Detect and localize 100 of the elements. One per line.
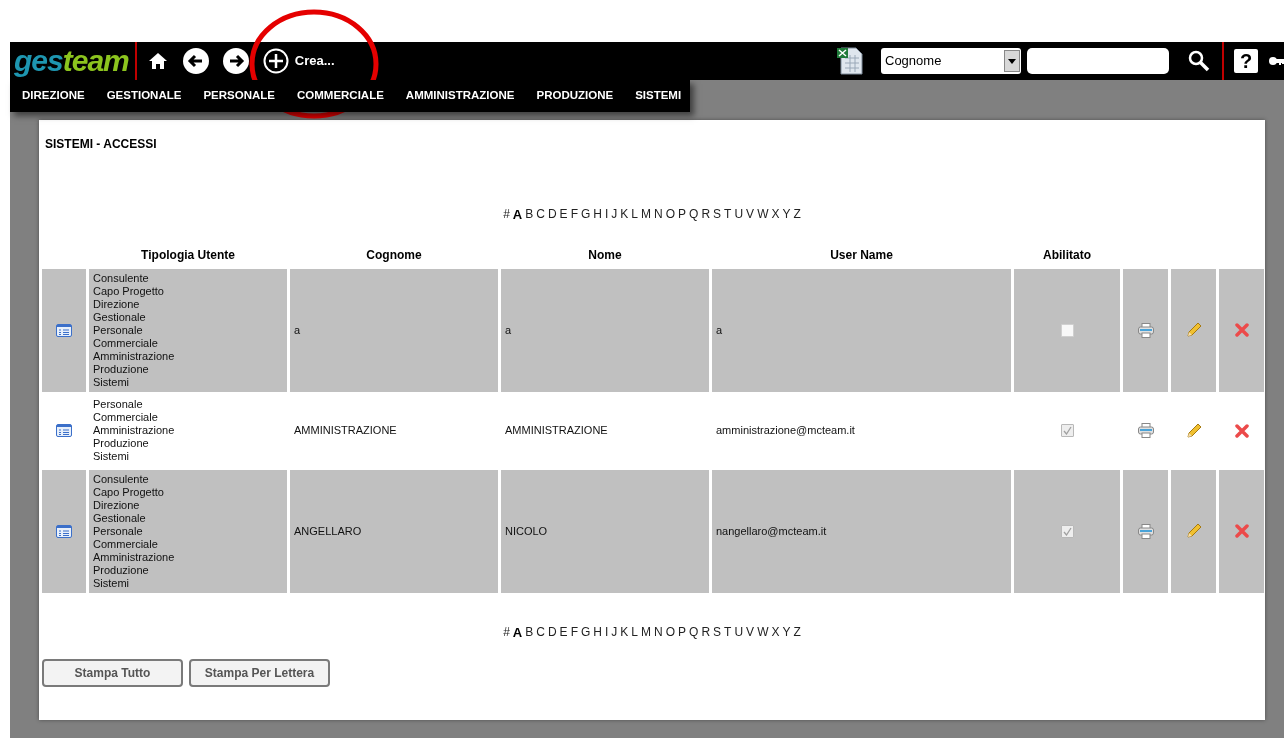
menu-item[interactable]: PRODUZIONE: [536, 87, 614, 105]
details-icon[interactable]: [56, 524, 72, 538]
letter-link[interactable]: E: [559, 205, 568, 225]
letter-link[interactable]: K: [620, 205, 629, 225]
letter-link[interactable]: I: [605, 205, 609, 225]
table-cell-text: a: [716, 322, 723, 338]
home-icon[interactable]: [147, 51, 168, 71]
delete-icon[interactable]: [1234, 524, 1249, 538]
print-icon[interactable]: [1137, 523, 1154, 539]
user-type-list: Consulente Capo Progetto Direzione Gestionale Personale Commerciale Amministrazione Produzione Sistemi: [93, 271, 175, 389]
letter-link[interactable]: J: [611, 622, 618, 642]
letter-link[interactable]: N: [654, 622, 663, 642]
letter-link[interactable]: W: [757, 205, 769, 225]
letter-link[interactable]: C: [536, 205, 545, 225]
letter-link[interactable]: D: [547, 205, 557, 225]
letter-link[interactable]: C: [536, 622, 545, 642]
back-icon[interactable]: [182, 48, 209, 74]
print-icon[interactable]: [1137, 322, 1154, 338]
letter-link[interactable]: H: [593, 622, 602, 642]
page-title: SISTEMI - ACCESSI: [45, 136, 158, 153]
letter-link[interactable]: O: [665, 205, 676, 225]
spreadsheet-icon[interactable]: [835, 46, 865, 76]
letter-link[interactable]: #: [503, 622, 510, 642]
letter-link[interactable]: Z: [793, 622, 801, 642]
table-cell-text: a: [294, 322, 301, 338]
table-cell-text: ANGELLARO: [294, 523, 362, 539]
forward-icon[interactable]: [222, 48, 249, 74]
letter-link[interactable]: H: [593, 205, 602, 225]
user-type-list: Personale Commerciale Amministrazione Produzione Sistemi: [93, 398, 175, 463]
menu-item[interactable]: PERSONALE: [203, 87, 275, 105]
pencil-icon[interactable]: [1185, 422, 1202, 439]
letter-link[interactable]: I: [605, 622, 609, 642]
letter-link[interactable]: Z: [793, 205, 801, 225]
search-field[interactable]: [1027, 48, 1169, 74]
menu-item[interactable]: DIREZIONE: [22, 87, 85, 105]
letter-link[interactable]: L: [631, 205, 639, 225]
letter-link[interactable]: #: [503, 205, 510, 225]
delete-icon[interactable]: [1234, 323, 1249, 337]
letter-link[interactable]: Y: [782, 622, 791, 642]
letter-link[interactable]: U: [734, 205, 744, 225]
menu-item[interactable]: SISTEMI: [635, 87, 682, 105]
letter-link[interactable]: P: [678, 205, 687, 225]
delete-icon[interactable]: [1234, 423, 1249, 438]
help-button[interactable]: ?: [1234, 49, 1258, 73]
letter-link[interactable]: Q: [689, 622, 699, 642]
letter-link[interactable]: T: [724, 622, 732, 642]
letter-link[interactable]: S: [713, 205, 722, 225]
letter-link[interactable]: F: [570, 205, 578, 225]
letter-link[interactable]: G: [580, 205, 591, 225]
details-icon[interactable]: [56, 424, 72, 437]
letter-link[interactable]: S: [713, 622, 722, 642]
menu-item[interactable]: AMMINISTRAZIONE: [405, 87, 515, 105]
letter-link[interactable]: U: [734, 622, 744, 642]
details-icon[interactable]: [56, 323, 72, 337]
key-icon[interactable]: [1268, 54, 1284, 68]
letter-link[interactable]: A: [512, 622, 523, 642]
letter-link[interactable]: K: [620, 622, 629, 642]
letter-link[interactable]: A: [512, 205, 523, 225]
letter-link[interactable]: V: [746, 205, 755, 225]
table-cell-text: amministrazione@mcteam.it: [716, 423, 855, 439]
letter-link[interactable]: P: [678, 622, 687, 642]
letter-link[interactable]: L: [631, 622, 639, 642]
letter-link[interactable]: M: [641, 205, 652, 225]
letter-link[interactable]: J: [611, 205, 618, 225]
pencil-icon[interactable]: [1185, 322, 1202, 338]
menu-item[interactable]: GESTIONALE: [106, 87, 182, 105]
enabled-checkbox[interactable]: [1060, 323, 1074, 337]
letter-link[interactable]: D: [547, 622, 557, 642]
column-header: Cognome: [365, 246, 423, 264]
letter-link[interactable]: G: [580, 622, 591, 642]
letter-link[interactable]: O: [665, 622, 676, 642]
letter-link[interactable]: R: [701, 205, 711, 225]
menu-item[interactable]: COMMERCIALE: [296, 87, 384, 105]
search-by-dropdown[interactable]: Cognome: [881, 48, 1021, 74]
letter-link[interactable]: W: [757, 622, 769, 642]
letter-link[interactable]: R: [701, 622, 711, 642]
print-button[interactable]: Stampa Per Lettera: [189, 659, 330, 687]
table-cell-text: AMMINISTRAZIONE: [294, 423, 397, 439]
column-header: Abilitato: [1042, 246, 1092, 264]
letter-link[interactable]: B: [525, 205, 534, 225]
letter-link[interactable]: E: [559, 622, 568, 642]
search-icon[interactable]: [1187, 49, 1211, 73]
letter-link[interactable]: Y: [782, 205, 791, 225]
letter-link[interactable]: Q: [689, 205, 699, 225]
letter-link[interactable]: X: [771, 622, 780, 642]
create-button[interactable]: Crea...: [262, 48, 335, 74]
logo: gesteam: [14, 44, 130, 78]
print-button[interactable]: Stampa Tutto: [42, 659, 183, 687]
print-icon[interactable]: [1137, 423, 1154, 438]
letter-link[interactable]: X: [771, 205, 780, 225]
letter-link[interactable]: M: [641, 622, 652, 642]
user-type-list: Consulente Capo Progetto Direzione Gestionale Personale Commerciale Amministrazione Produzione Sistemi: [93, 472, 175, 590]
letter-link[interactable]: V: [746, 622, 755, 642]
letter-link[interactable]: B: [525, 622, 534, 642]
letter-link[interactable]: N: [654, 205, 663, 225]
pencil-icon[interactable]: [1185, 523, 1202, 539]
column-header: Tipologia Utente: [140, 246, 236, 264]
letter-link[interactable]: F: [570, 622, 578, 642]
letter-link[interactable]: T: [724, 205, 732, 225]
plus-icon: [262, 48, 289, 74]
